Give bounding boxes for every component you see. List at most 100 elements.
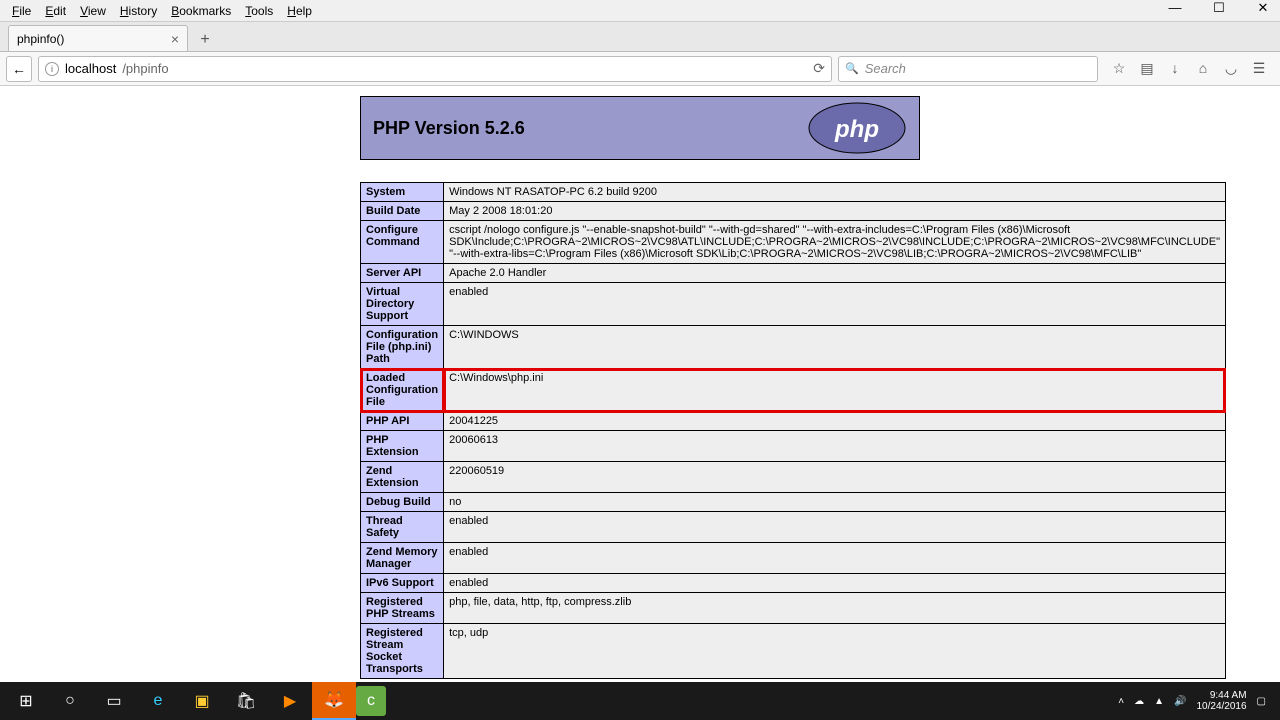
- config-value: tcp, udp: [444, 624, 1226, 679]
- phpinfo-header: PHP Version 5.2.6 php: [360, 96, 920, 160]
- config-value: C:\WINDOWS: [444, 326, 1226, 369]
- tray-up-icon[interactable]: ˄: [1118, 696, 1124, 707]
- tray-onedrive-icon[interactable]: ☁: [1134, 696, 1144, 707]
- config-key: Registered Stream Socket Transports: [361, 624, 444, 679]
- table-row: Zend Memory Managerenabled: [361, 543, 1226, 574]
- config-value: May 2 2008 18:01:20: [444, 202, 1226, 221]
- menubar: File Edit View History Bookmarks Tools H…: [0, 0, 1280, 22]
- url-input[interactable]: i localhost/phpinfo ⟳: [38, 56, 832, 82]
- downloads-icon[interactable]: ↓: [1166, 60, 1184, 77]
- tabbar: phpinfo() × +: [0, 22, 1280, 52]
- hamburger-menu-icon[interactable]: ☰: [1250, 60, 1268, 77]
- config-value: Windows NT RASATOP-PC 6.2 build 9200: [444, 183, 1226, 202]
- config-key: PHP Extension: [361, 431, 444, 462]
- back-button[interactable]: ←: [6, 56, 32, 82]
- config-value: Apache 2.0 Handler: [444, 264, 1226, 283]
- store-icon[interactable]: 🛍: [224, 682, 268, 720]
- config-value: 20060613: [444, 431, 1226, 462]
- config-key: Virtual Directory Support: [361, 283, 444, 326]
- tray-wifi-icon[interactable]: ▲: [1154, 696, 1164, 707]
- svg-text:php: php: [834, 116, 879, 143]
- taskview-icon[interactable]: ▭: [92, 682, 136, 720]
- new-tab-button[interactable]: +: [194, 29, 216, 51]
- close-button[interactable]: ✕: [1250, 0, 1276, 16]
- table-row: PHP Extension20060613: [361, 431, 1226, 462]
- table-row: Build DateMay 2 2008 18:01:20: [361, 202, 1226, 221]
- taskbar: ⊞ ○ ▭ e ▣ 🛍 ▶ 🦊 c ˄ ☁ ▲ 🔊 9:44 AM 10/24/…: [0, 682, 1280, 720]
- config-value: cscript /nologo configure.js "--enable-s…: [444, 221, 1226, 264]
- config-key: Zend Memory Manager: [361, 543, 444, 574]
- table-row: Configure Commandcscript /nologo configu…: [361, 221, 1226, 264]
- menu-history[interactable]: History: [114, 2, 163, 20]
- menu-edit[interactable]: Edit: [39, 2, 72, 20]
- table-row: SystemWindows NT RASATOP-PC 6.2 build 92…: [361, 183, 1226, 202]
- menu-file[interactable]: File: [6, 2, 37, 20]
- config-value: 220060519: [444, 462, 1226, 493]
- minimize-button[interactable]: —: [1162, 0, 1188, 16]
- table-row: Configuration File (php.ini) PathC:\WIND…: [361, 326, 1226, 369]
- php-version-title: PHP Version 5.2.6: [373, 118, 525, 139]
- phpinfo-table: SystemWindows NT RASATOP-PC 6.2 build 92…: [360, 182, 1226, 679]
- config-key: PHP API: [361, 412, 444, 431]
- config-key: IPv6 Support: [361, 574, 444, 593]
- config-key: Thread Safety: [361, 512, 444, 543]
- tray-notifications-icon[interactable]: ▢: [1257, 696, 1266, 707]
- library-icon[interactable]: ▤: [1138, 60, 1156, 77]
- table-row: Thread Safetyenabled: [361, 512, 1226, 543]
- menu-view[interactable]: View: [74, 2, 112, 20]
- config-key: Loaded Configuration File: [361, 369, 444, 412]
- cortana-icon[interactable]: ○: [48, 682, 92, 720]
- search-input[interactable]: Search: [838, 56, 1098, 82]
- table-row: Registered PHP Streamsphp, file, data, h…: [361, 593, 1226, 624]
- menu-tools[interactable]: Tools: [239, 2, 279, 20]
- media-icon[interactable]: ▶: [268, 682, 312, 720]
- config-value: enabled: [444, 283, 1226, 326]
- table-row: IPv6 Supportenabled: [361, 574, 1226, 593]
- url-path: /phpinfo: [122, 61, 168, 76]
- pocket-icon[interactable]: ◡: [1222, 60, 1240, 77]
- config-value: enabled: [444, 574, 1226, 593]
- page-content[interactable]: PHP Version 5.2.6 php SystemWindows NT R…: [0, 86, 1280, 682]
- url-host: localhost: [65, 61, 116, 76]
- navbar: ← i localhost/phpinfo ⟳ Search ☆ ▤ ↓ ⌂ ◡…: [0, 52, 1280, 86]
- config-key: Configure Command: [361, 221, 444, 264]
- tab-close-icon[interactable]: ×: [171, 31, 179, 47]
- home-icon[interactable]: ⌂: [1194, 60, 1212, 77]
- site-info-icon[interactable]: i: [45, 62, 59, 76]
- config-key: Configuration File (php.ini) Path: [361, 326, 444, 369]
- explorer-icon[interactable]: ▣: [180, 682, 224, 720]
- tray-volume-icon[interactable]: 🔊: [1174, 696, 1186, 707]
- config-key: Debug Build: [361, 493, 444, 512]
- config-value: php, file, data, http, ftp, compress.zli…: [444, 593, 1226, 624]
- config-key: Build Date: [361, 202, 444, 221]
- table-row: Zend Extension220060519: [361, 462, 1226, 493]
- menu-help[interactable]: Help: [281, 2, 318, 20]
- tray-clock[interactable]: 9:44 AM 10/24/2016: [1196, 690, 1246, 712]
- table-row: Server APIApache 2.0 Handler: [361, 264, 1226, 283]
- config-key: Zend Extension: [361, 462, 444, 493]
- config-value: C:\Windows\php.ini: [444, 369, 1226, 412]
- table-row: Loaded Configuration FileC:\Windows\php.…: [361, 369, 1226, 412]
- table-row: PHP API20041225: [361, 412, 1226, 431]
- config-value: enabled: [444, 543, 1226, 574]
- start-button[interactable]: ⊞: [4, 682, 48, 720]
- menu-bookmarks[interactable]: Bookmarks: [165, 2, 237, 20]
- edge-icon[interactable]: e: [136, 682, 180, 720]
- config-key: System: [361, 183, 444, 202]
- config-value: enabled: [444, 512, 1226, 543]
- table-row: Registered Stream Socket Transportstcp, …: [361, 624, 1226, 679]
- tab-phpinfo[interactable]: phpinfo() ×: [8, 25, 188, 51]
- config-value: no: [444, 493, 1226, 512]
- bookmark-star-icon[interactable]: ☆: [1110, 60, 1128, 77]
- config-value: 20041225: [444, 412, 1226, 431]
- reload-icon[interactable]: ⟳: [813, 60, 825, 77]
- table-row: Virtual Directory Supportenabled: [361, 283, 1226, 326]
- table-row: Debug Buildno: [361, 493, 1226, 512]
- tab-title: phpinfo(): [17, 32, 64, 46]
- maximize-button[interactable]: ☐: [1206, 0, 1232, 16]
- camtasia-icon[interactable]: c: [356, 686, 386, 716]
- firefox-icon[interactable]: 🦊: [312, 682, 356, 720]
- config-key: Server API: [361, 264, 444, 283]
- config-key: Registered PHP Streams: [361, 593, 444, 624]
- php-logo-icon: php: [807, 101, 907, 155]
